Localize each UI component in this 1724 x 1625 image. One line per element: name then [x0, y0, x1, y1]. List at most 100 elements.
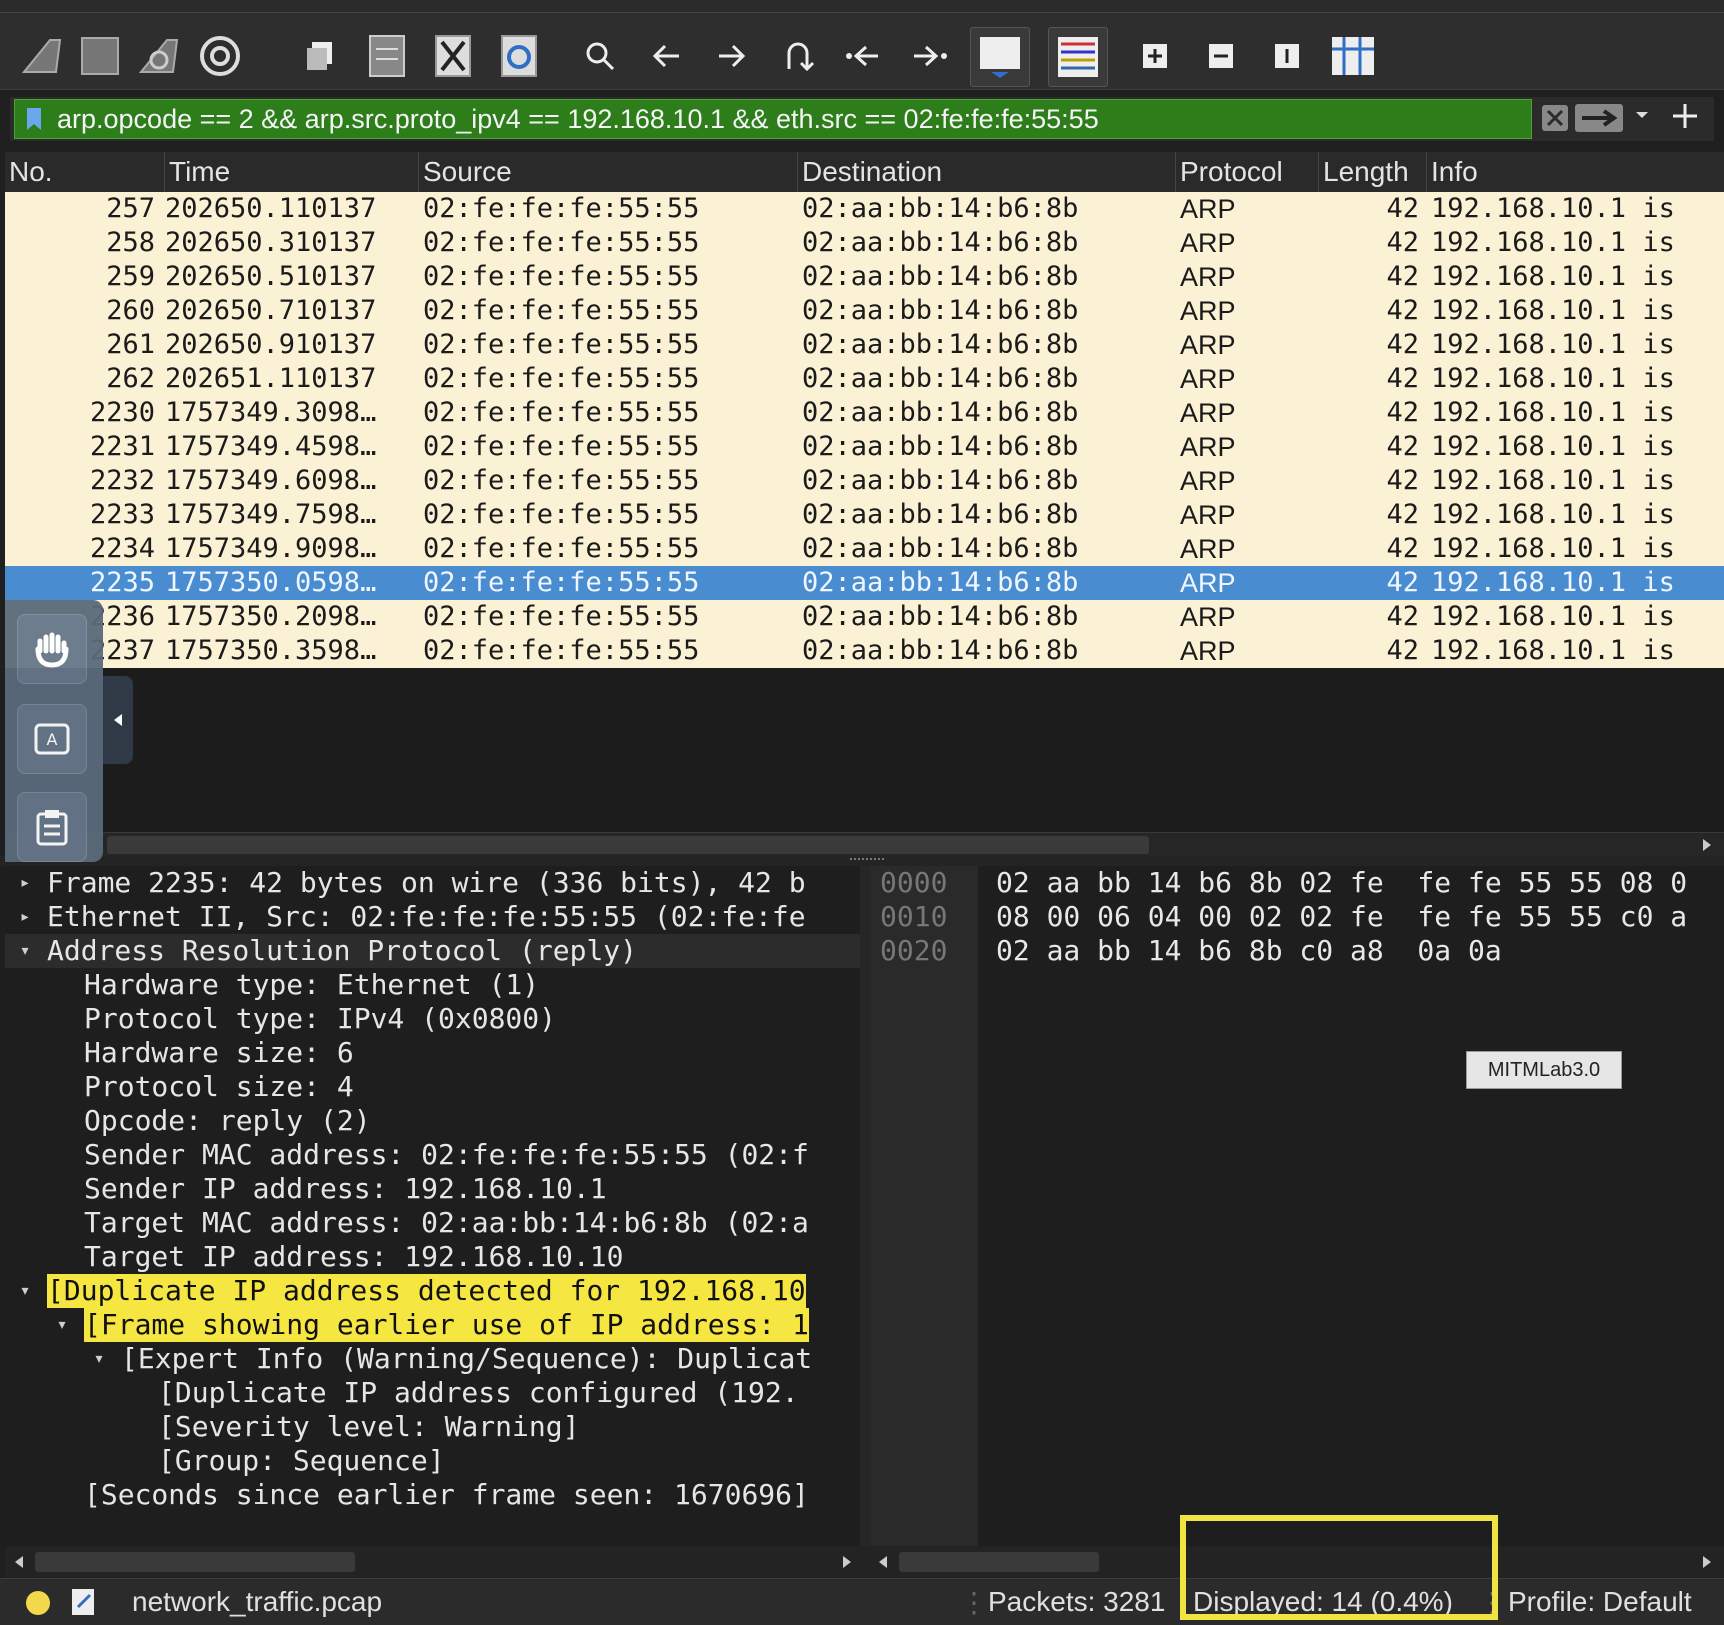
packet-row[interactable]: 2235 1757350.0598… 02:fe:fe:fe:55:55 02:aa:… — [5, 566, 1724, 600]
save-file-icon[interactable] — [362, 31, 412, 81]
packet-bytes-pane[interactable]: 02 aa bb 14 b6 8b 02 fe fe fe 55 55 08 0… — [978, 866, 1724, 1546]
reload-file-icon[interactable] — [494, 31, 544, 81]
packet-row[interactable]: 2237 1757350.3598… 02:fe:fe:fe:55:55 02:aa:… — [5, 634, 1724, 668]
chevron-down-icon[interactable] — [1634, 107, 1650, 127]
zoom-in-icon[interactable] — [1130, 31, 1180, 81]
go-to-packet-icon[interactable] — [773, 31, 823, 81]
detail-tree-item[interactable]: Hardware size: 6 — [5, 1036, 860, 1070]
search-icon[interactable] — [575, 31, 625, 81]
packet-row[interactable]: 2234 1757349.9098… 02:fe:fe:fe:55:55 02:aa:… — [5, 532, 1724, 566]
packet-row[interactable]: 2233 1757349.7598… 02:fe:fe:fe:55:55 02:aa:… — [5, 498, 1724, 532]
display-filter-input[interactable]: arp.opcode == 2 && arp.src.proto_ipv4 ==… — [14, 99, 1532, 139]
detail-tree-item[interactable]: Protocol size: 4 — [5, 1070, 860, 1104]
resize-columns-icon[interactable] — [1328, 31, 1378, 81]
arrow-right-icon[interactable] — [707, 31, 757, 81]
clear-filter-icon[interactable] — [1540, 103, 1570, 137]
column-header-length[interactable]: Length — [1319, 152, 1427, 192]
apply-filter-arrow-icon[interactable] — [1574, 103, 1624, 137]
detail-tree-item[interactable]: ▸ Frame 2235: 42 bytes on wire (336 bits)… — [5, 866, 860, 900]
detail-text: Hardware size: 6 — [84, 1036, 354, 1069]
expand-triangle-icon[interactable]: ▾ — [15, 1274, 35, 1308]
packet-cell-destination: 02:aa:bb:14:b6:8b — [802, 465, 1079, 496]
side-panel-collapse-tab[interactable] — [103, 676, 133, 764]
expert-info-status-icon[interactable] — [24, 1589, 52, 1624]
zoom-out-icon[interactable] — [1196, 31, 1246, 81]
last-packet-icon[interactable] — [905, 31, 955, 81]
detail-tree-item[interactable]: [Severity level: Warning] — [5, 1410, 860, 1444]
packet-row[interactable]: 2232 1757349.6098… 02:fe:fe:fe:55:55 02:aa:… — [5, 464, 1724, 498]
autoscroll-icon[interactable] — [970, 27, 1030, 87]
scrollbar-thumb[interactable] — [35, 1552, 355, 1572]
detail-tree-item[interactable]: ▾ [Frame showing earlier use of IP addres… — [5, 1308, 860, 1342]
packet-cell-protocol: ARP — [1180, 228, 1236, 258]
expand-triangle-icon[interactable]: ▾ — [89, 1342, 109, 1376]
packet-row[interactable]: 258 202650.310137 02:fe:fe:fe:55:55 02:aa:b… — [5, 226, 1724, 260]
packet-row[interactable]: 262 202651.110137 02:fe:fe:fe:55:55 02:aa:b… — [5, 362, 1724, 396]
packet-row[interactable]: 2231 1757349.4598… 02:fe:fe:fe:55:55 02:aa:… — [5, 430, 1724, 464]
expand-triangle-icon[interactable]: ▾ — [15, 934, 35, 968]
column-header-destination[interactable]: Destination — [798, 152, 1176, 192]
packet-row[interactable]: 260 202650.710137 02:fe:fe:fe:55:55 02:aa:b… — [5, 294, 1724, 328]
detail-tree-item[interactable]: [Seconds since earlier frame seen: 16706… — [5, 1478, 860, 1512]
collapse-arrow-icon[interactable] — [112, 712, 124, 732]
detail-tree-item[interactable]: ▾ Address Resolution Protocol (reply) — [5, 934, 860, 968]
scroll-left-arrow-icon[interactable] — [9, 1552, 29, 1576]
add-filter-button-icon[interactable] — [1670, 101, 1700, 135]
packet-row[interactable]: 257 202650.110137 02:fe:fe:fe:55:55 02:aa:b… — [5, 192, 1724, 226]
expand-triangle-icon[interactable]: ▾ — [52, 1308, 72, 1342]
detail-tree-item[interactable]: [Duplicate IP address configured (192. — [5, 1376, 860, 1410]
column-header-info[interactable]: Info — [1427, 152, 1724, 192]
open-file-icon[interactable] — [296, 31, 346, 81]
column-header-no[interactable]: No. — [5, 152, 165, 192]
detail-tree-item[interactable]: Sender IP address: 192.168.10.1 — [5, 1172, 860, 1206]
scroll-left-arrow-icon[interactable] — [873, 1552, 893, 1576]
pane-splitter[interactable] — [0, 856, 1724, 866]
options-gear-icon[interactable] — [195, 31, 245, 81]
scroll-right-arrow-icon[interactable] — [1697, 1552, 1717, 1576]
column-header-protocol[interactable]: Protocol — [1176, 152, 1319, 192]
packet-row[interactable]: 2236 1757350.2098… 02:fe:fe:fe:55:55 02:aa:… — [5, 600, 1724, 634]
close-file-icon[interactable] — [428, 31, 478, 81]
detail-tree-item[interactable]: Target IP address: 192.168.10.10 — [5, 1240, 860, 1274]
detail-text: Opcode: reply (2) — [84, 1104, 371, 1137]
packet-cell-no: 2235 — [89, 567, 155, 598]
packet-cell-info: 192.168.10.1 is — [1431, 397, 1675, 428]
hand-tool-icon[interactable] — [17, 614, 87, 684]
first-packet-icon[interactable] — [839, 31, 889, 81]
column-header-time[interactable]: Time — [165, 152, 419, 192]
detail-tree-item[interactable]: Opcode: reply (2) — [5, 1104, 860, 1138]
scrollbar-thumb[interactable] — [107, 836, 1149, 854]
detail-tree-item[interactable]: ▾ [Expert Info (Warning/Sequence): Duplic… — [5, 1342, 860, 1376]
packet-row[interactable]: 2230 1757349.3098… 02:fe:fe:fe:55:55 02:aa:… — [5, 396, 1724, 430]
detail-tree-item[interactable]: Protocol type: IPv4 (0x0800) — [5, 1002, 860, 1036]
bookmark-icon[interactable] — [25, 106, 43, 136]
detail-tree-item[interactable]: ▸ Ethernet II, Src: 02:fe:fe:fe:55:55 (02… — [5, 900, 860, 934]
stop-square-icon[interactable] — [75, 31, 125, 81]
edit-comment-icon[interactable] — [70, 1587, 96, 1624]
normal-size-icon[interactable] — [1262, 31, 1312, 81]
detail-tree-item[interactable]: Hardware type: Ethernet (1) — [5, 968, 860, 1002]
details-bytes-splitter[interactable] — [860, 866, 870, 1546]
colorize-icon[interactable] — [1048, 27, 1108, 87]
profile-indicator[interactable]: Profile: Default — [1508, 1586, 1692, 1618]
packet-list: 257 202650.110137 02:fe:fe:fe:55:55 02:aa:b… — [5, 192, 1724, 668]
collapse-triangle-icon[interactable]: ▸ — [15, 900, 35, 934]
detail-tree-item[interactable]: Sender MAC address: 02:fe:fe:fe:55:55 (0… — [5, 1138, 860, 1172]
packet-cell-source: 02:fe:fe:fe:55:55 — [423, 397, 700, 428]
scroll-right-arrow-icon[interactable] — [837, 1552, 857, 1576]
keyboard-a-icon[interactable]: A — [17, 704, 87, 774]
column-header-source[interactable]: Source — [419, 152, 798, 192]
detail-tree-item[interactable]: [Group: Sequence] — [5, 1444, 860, 1478]
scrollbar-thumb[interactable] — [899, 1552, 1099, 1572]
packet-cell-no: 2231 — [89, 431, 155, 462]
packet-row[interactable]: 261 202650.910137 02:fe:fe:fe:55:55 02:aa:b… — [5, 328, 1724, 362]
shark-fin-start-icon[interactable] — [18, 31, 68, 81]
detail-tree-item[interactable]: Target MAC address: 02:aa:bb:14:b6:8b (0… — [5, 1206, 860, 1240]
packet-row[interactable]: 259 202650.510137 02:fe:fe:fe:55:55 02:aa:b… — [5, 260, 1724, 294]
arrow-left-icon[interactable] — [641, 31, 691, 81]
collapse-triangle-icon[interactable]: ▸ — [15, 866, 35, 900]
clipboard-icon[interactable] — [17, 792, 87, 862]
detail-tree-item[interactable]: ▾ [Duplicate IP address detected for 192.… — [5, 1274, 860, 1308]
packet-list-horizontal-scrollbar[interactable] — [5, 832, 1724, 857]
shark-fin-restart-icon[interactable] — [135, 31, 185, 81]
